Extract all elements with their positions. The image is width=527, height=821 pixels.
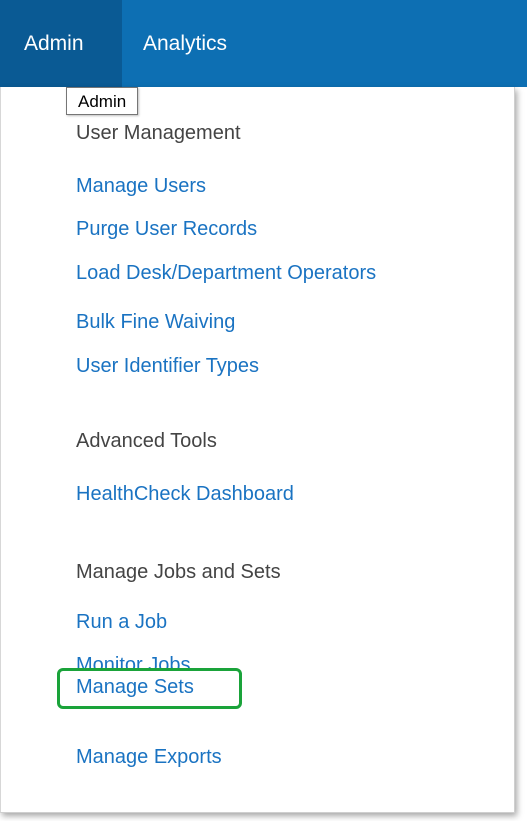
menu-item-load-desk-department-operators[interactable]: Load Desk/Department Operators	[76, 259, 376, 287]
admin-tooltip: Admin	[66, 87, 139, 115]
section-heading-manage-jobs-and-sets: Manage Jobs and Sets	[76, 561, 281, 583]
manage-sets-highlight	[57, 668, 242, 709]
menu-item-bulk-fine-waiving[interactable]: Bulk Fine Waiving	[76, 308, 235, 336]
menu-item-healthcheck-dashboard[interactable]: HealthCheck Dashboard	[76, 480, 294, 508]
menu-item-manage-exports[interactable]: Manage Exports	[76, 743, 222, 771]
menu-item-user-identifier-types[interactable]: User Identifier Types	[76, 352, 259, 380]
section-heading-user-management: User Management	[76, 122, 241, 144]
section-heading-advanced-tools: Advanced Tools	[76, 430, 217, 452]
menu-item-run-a-job[interactable]: Run a Job	[76, 608, 167, 636]
tab-analytics[interactable]: Analytics	[122, 0, 227, 87]
tab-admin[interactable]: Admin	[0, 0, 122, 87]
menu-item-manage-users[interactable]: Manage Users	[76, 172, 206, 200]
menu-item-purge-user-records[interactable]: Purge User Records	[76, 215, 257, 243]
top-navigation-bar: Admin Analytics	[0, 0, 527, 87]
